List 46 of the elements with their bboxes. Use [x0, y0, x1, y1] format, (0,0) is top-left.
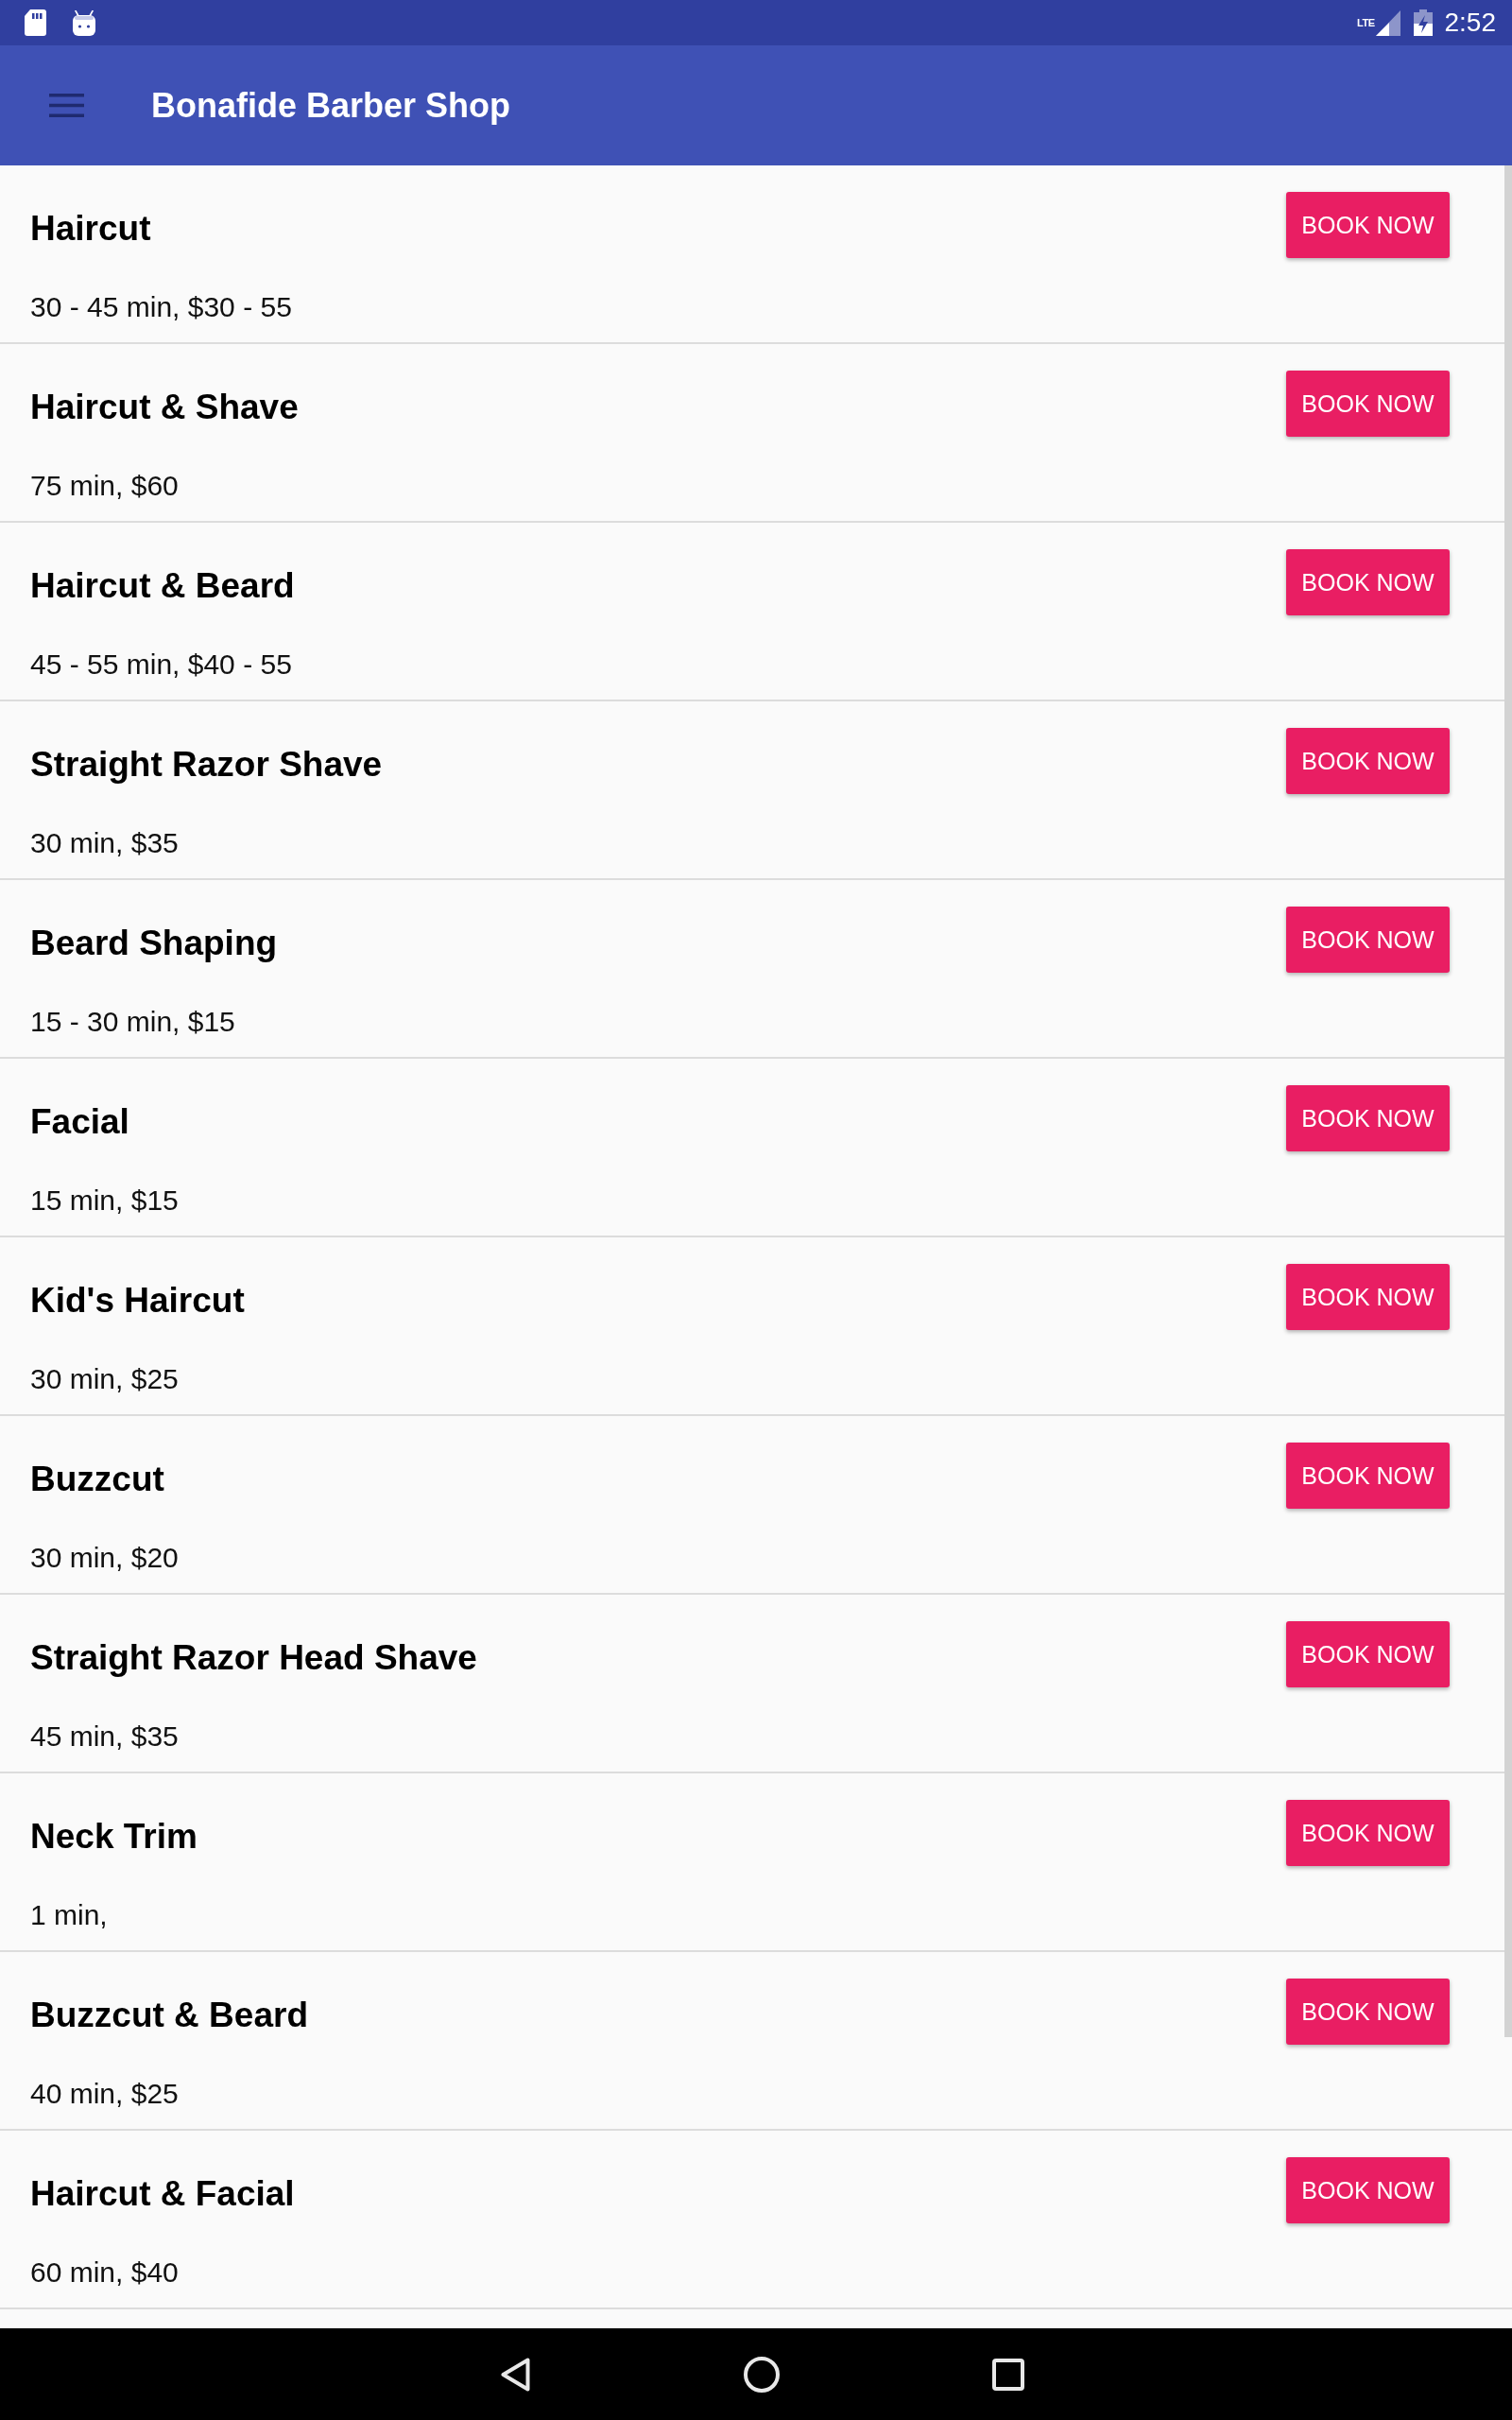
service-name: Haircut & Facial: [30, 2173, 296, 2215]
service-name: Facial: [30, 1101, 130, 1143]
service-details: 30 min, $20: [30, 1541, 180, 1575]
book-now-button[interactable]: BOOK NOW: [1286, 907, 1450, 973]
clock-time: 2:52: [1444, 8, 1496, 38]
service-name: Straight Razor Shave: [30, 744, 384, 786]
service-name: Kid's Haircut: [30, 1280, 246, 1322]
service-name: Haircut & Beard: [30, 565, 296, 607]
service-details: 45 min, $35: [30, 1720, 180, 1754]
book-now-button[interactable]: BOOK NOW: [1286, 1800, 1450, 1866]
battery-charging-icon: [1413, 9, 1433, 36]
service-name: Straight Razor Head Shave: [30, 1637, 478, 1679]
service-details: 45 - 55 min, $40 - 55: [30, 648, 293, 682]
recent-apps-icon[interactable]: [992, 2358, 1024, 2391]
sd-card-icon: [25, 9, 46, 36]
signal-icon: [1375, 9, 1400, 36]
service-name: Haircut & Shave: [30, 387, 300, 428]
service-details: 1 min,: [30, 1898, 109, 1932]
book-now-button[interactable]: BOOK NOW: [1286, 549, 1450, 615]
service-name: Haircut: [30, 208, 152, 250]
android-icon: [73, 9, 95, 36]
service-details: 40 min, $25: [30, 2077, 180, 2111]
book-now-button[interactable]: BOOK NOW: [1286, 371, 1450, 437]
service-details: 30 min, $35: [30, 826, 180, 860]
book-now-button[interactable]: BOOK NOW: [1286, 2157, 1450, 2223]
service-name: Beard Shaping: [30, 923, 279, 964]
book-now-button[interactable]: BOOK NOW: [1286, 1979, 1450, 2045]
back-icon[interactable]: [501, 2357, 530, 2392]
book-now-button[interactable]: BOOK NOW: [1286, 192, 1450, 258]
network-type-label: LTE: [1357, 18, 1375, 28]
book-now-button[interactable]: BOOK NOW: [1286, 728, 1450, 794]
service-details: 15 - 30 min, $15: [30, 1005, 236, 1039]
service-name: Neck Trim: [30, 1816, 198, 1858]
book-now-button[interactable]: BOOK NOW: [1286, 1264, 1450, 1330]
service-details: 15 min, $15: [30, 1184, 180, 1218]
home-icon[interactable]: [744, 2356, 780, 2393]
service-name: Buzzcut & Beard: [30, 1995, 309, 2036]
book-now-button[interactable]: BOOK NOW: [1286, 1621, 1450, 1687]
book-now-button[interactable]: BOOK NOW: [1286, 1085, 1450, 1151]
service-details: 30 - 45 min, $30 - 55: [30, 290, 293, 324]
book-now-button[interactable]: BOOK NOW: [1286, 1443, 1450, 1509]
service-details: 30 min, $25: [30, 1362, 180, 1396]
service-name: Buzzcut: [30, 1459, 165, 1500]
app-title: Bonafide Barber Shop: [151, 84, 511, 127]
service-details: 60 min, $40: [30, 2256, 180, 2290]
service-details: 75 min, $60: [30, 469, 180, 503]
